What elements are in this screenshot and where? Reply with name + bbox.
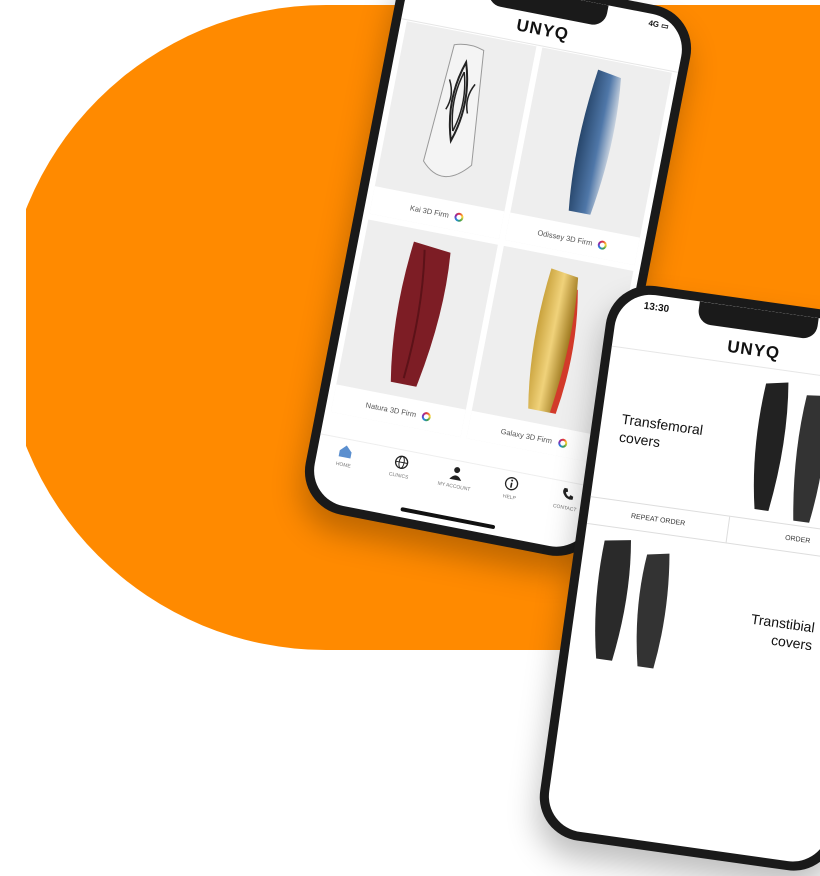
- color-wheel-icon[interactable]: [421, 410, 432, 422]
- color-wheel-icon[interactable]: [454, 211, 465, 223]
- tab-help[interactable]: HELP: [480, 471, 538, 526]
- product-image: [753, 382, 820, 523]
- product-image: [375, 21, 537, 211]
- brand-logo: UNYQ: [726, 336, 782, 363]
- tab-clinics[interactable]: CLINICS: [369, 450, 427, 505]
- product-card-odissey[interactable]: Odissey 3D Firm: [504, 47, 672, 266]
- product-name: Odissey 3D Firm: [536, 227, 594, 248]
- category-title: Transfemoral covers: [618, 410, 705, 451]
- category-transtibial[interactable]: Transtibial covers: [565, 524, 820, 722]
- product-image: [595, 540, 670, 669]
- home-icon: [338, 445, 352, 459]
- globe-icon: [394, 455, 408, 469]
- color-wheel-icon[interactable]: [597, 239, 609, 250]
- category-title: Transtibial covers: [750, 610, 816, 654]
- product-name: Natura 3D Firm: [365, 400, 418, 419]
- tab-label: CONTACT: [552, 503, 577, 514]
- info-icon: [505, 477, 519, 491]
- tab-home[interactable]: HOME: [314, 439, 372, 494]
- tab-label: MY ACCOUNT: [437, 480, 471, 493]
- product-name: Kai 3D Firm: [409, 202, 450, 220]
- user-icon: [449, 467, 462, 482]
- tab-my-account[interactable]: MY ACCOUNT: [425, 460, 483, 515]
- battery-icon: ▭: [660, 20, 670, 32]
- brand-logo: UNYQ: [514, 15, 571, 45]
- tab-label: HOME: [335, 460, 352, 470]
- tab-label: HELP: [502, 493, 517, 502]
- signal-label: 4G: [647, 18, 660, 30]
- phone-icon: [562, 487, 573, 500]
- product-image: [336, 220, 498, 410]
- product-image: [510, 48, 672, 238]
- tab-label: CLINICS: [388, 471, 409, 481]
- color-wheel-icon[interactable]: [557, 437, 568, 448]
- product-name: Galaxy 3D Firm: [500, 426, 553, 446]
- status-time: 13:30: [642, 300, 670, 316]
- status-bar: 4G ▭: [648, 18, 670, 31]
